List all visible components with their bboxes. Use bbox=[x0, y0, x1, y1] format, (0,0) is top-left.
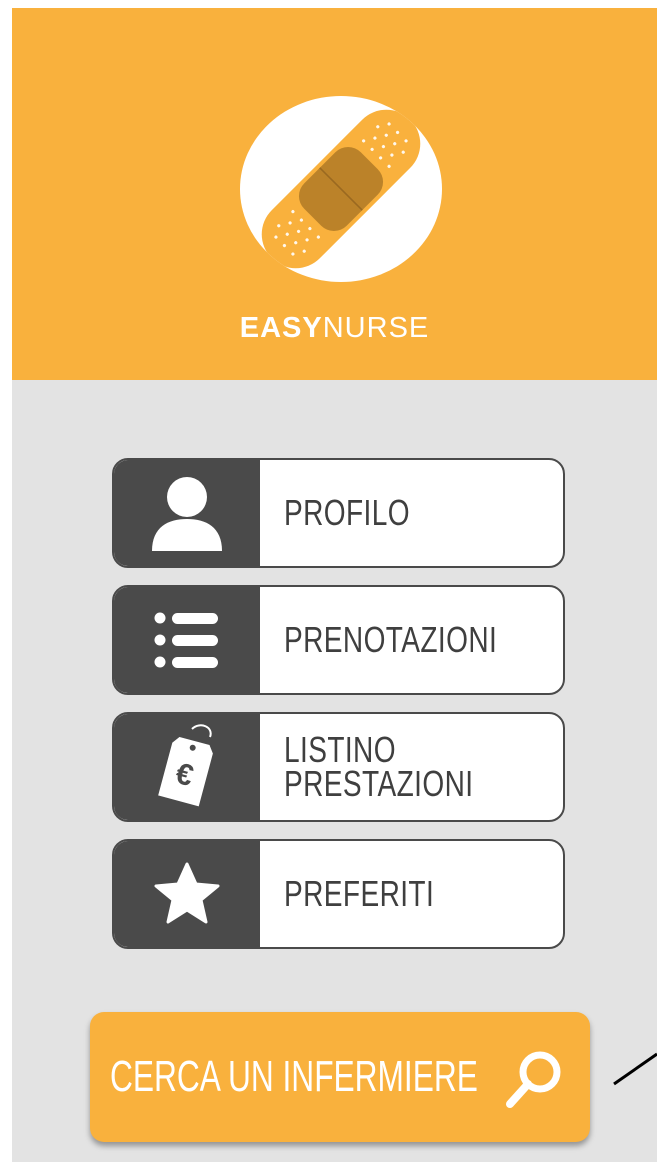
menu-label-prenotazioni: PRENOTAZIONI bbox=[284, 619, 498, 660]
decorative-line bbox=[613, 1052, 657, 1086]
user-icon bbox=[152, 477, 222, 551]
menu-icon-box bbox=[114, 587, 260, 693]
star-icon bbox=[154, 862, 220, 924]
menu-icon-box bbox=[114, 460, 260, 566]
brand-name: EASYNURSE bbox=[12, 308, 657, 348]
menu-label-profilo: PROFILO bbox=[284, 492, 410, 533]
search-nurse-button[interactable]: CERCA UN INFERMIERE bbox=[90, 1012, 590, 1142]
brand-name-light: NURSE bbox=[322, 312, 430, 344]
menu-item-preferiti[interactable]: PREFERITI bbox=[112, 839, 565, 949]
list-icon bbox=[154, 612, 218, 668]
search-nurse-label: CERCA UN INFERMIERE bbox=[110, 1052, 478, 1101]
menu-label-preferiti: PREFERITI bbox=[284, 873, 435, 914]
menu-icon-box bbox=[114, 841, 260, 947]
menu-icon-box: € bbox=[114, 714, 260, 820]
menu-label-listino-prestazioni: LISTINO PRESTAZIONI bbox=[284, 714, 473, 820]
menu-item-profilo[interactable]: PROFILO bbox=[112, 458, 565, 568]
search-icon bbox=[506, 1051, 561, 1108]
header: EASYNURSE bbox=[12, 8, 657, 380]
menu-label-line2: PRESTAZIONI bbox=[284, 763, 474, 804]
menu-label-line1: LISTINO bbox=[284, 729, 396, 770]
brand-name-bold: EASY bbox=[239, 312, 323, 344]
menu-item-listino-prestazioni[interactable]: € LISTINO PRESTAZIONI bbox=[112, 712, 565, 822]
app-screen: EASYNURSE PROFILO PRENOTAZIONI € LISTINO… bbox=[12, 8, 657, 1162]
bandage-logo-icon bbox=[240, 96, 442, 282]
menu-item-prenotazioni[interactable]: PRENOTAZIONI bbox=[112, 585, 565, 695]
price-tag-euro-icon: € bbox=[155, 724, 215, 809]
